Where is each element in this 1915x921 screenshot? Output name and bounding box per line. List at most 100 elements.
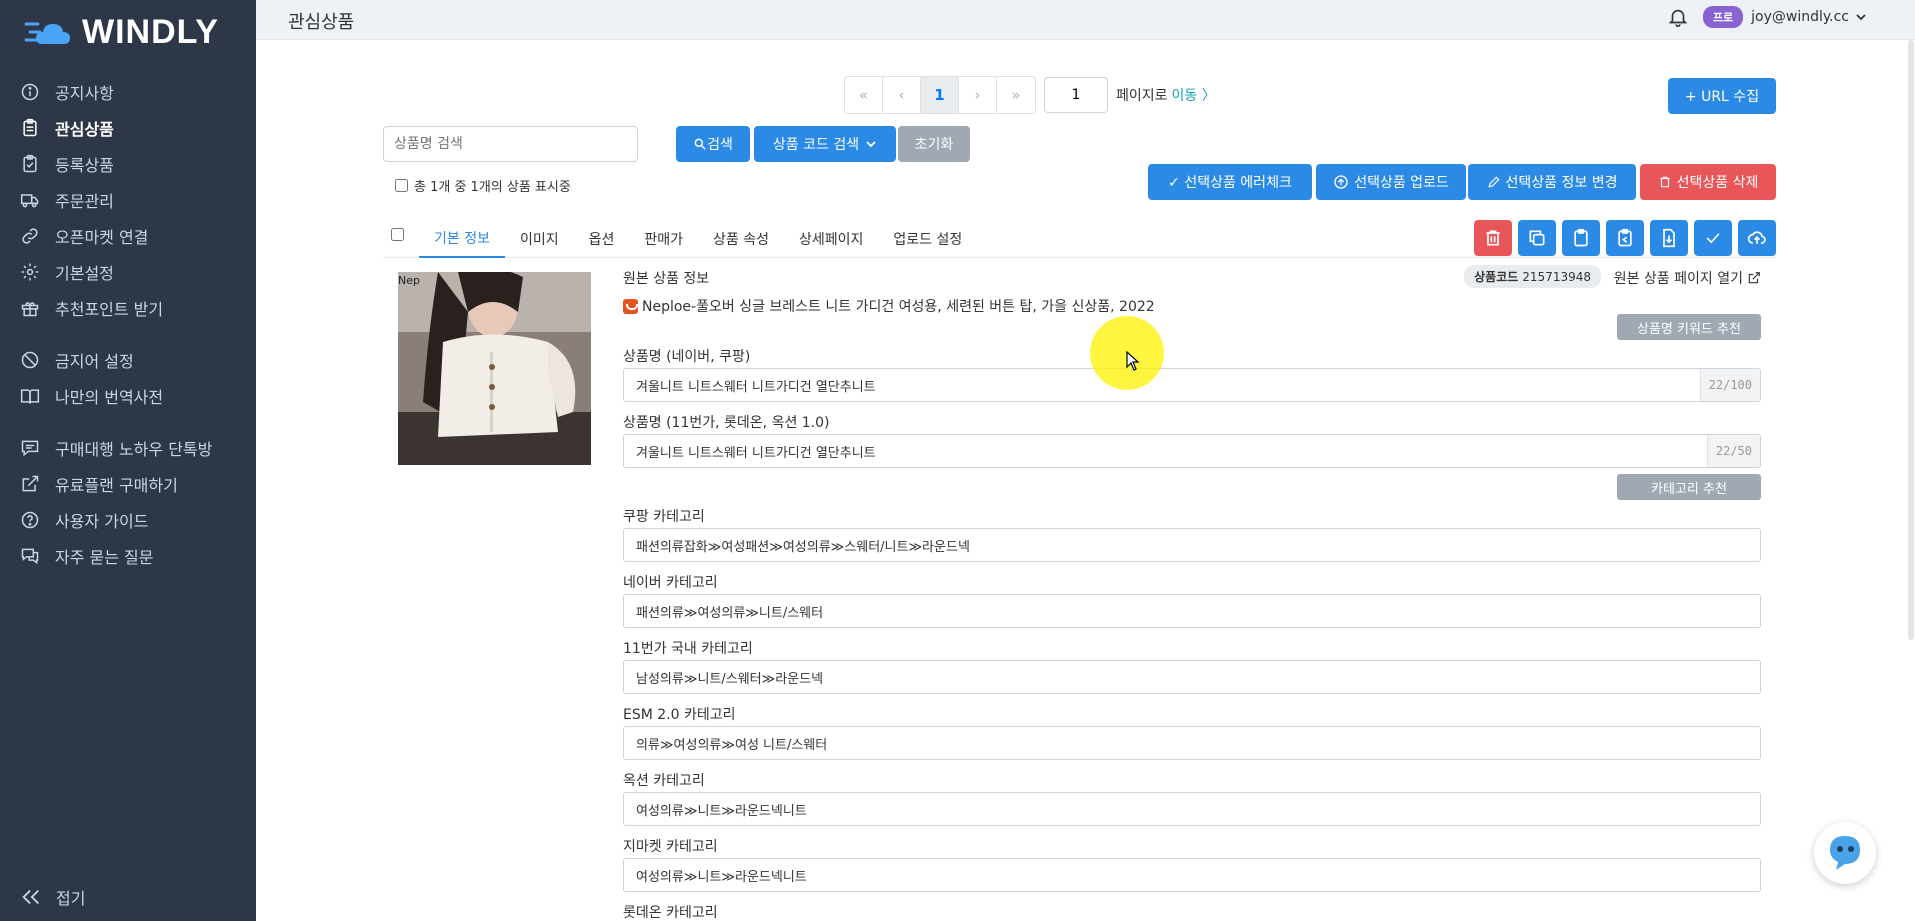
prev-page-button[interactable]: ‹ [883,77,921,113]
sidebar-item-notice[interactable]: 공지사항 [0,74,256,110]
11st-category-value: 남성의류≫니트/스웨터≫라운드넥 [636,671,824,687]
sidebar-item-label: 공지사항 [55,84,114,103]
sidebar-item-label: 주문관리 [55,192,114,211]
reset-button[interactable]: 초기화 [898,126,970,162]
auction-category-value: 여성의류≫니트≫라운드넥니트 [636,803,807,819]
info-icon [21,83,39,101]
truck-icon [20,194,39,208]
sidebar-nav: 공지사항 관심상품 등록상품 주문관리 오픈마켓 연결 기본설정 추천포인트 받… [0,74,256,574]
search-input[interactable] [383,126,638,162]
esm-category-value: 의류≫여성의류≫여성 니트/스웨터 [636,737,828,753]
tab-detail-page[interactable]: 상세페이지 [784,220,878,258]
sidebar-item-market-link[interactable]: 오픈마켓 연결 [0,218,256,254]
sidebar-item-guide[interactable]: 사용자 가이드 [0,502,256,538]
page-scrollbar[interactable] [1908,40,1914,640]
product-code-label: 상품코드 [1474,270,1519,284]
clipboard-icon [1574,228,1588,247]
char-counter: 22/100 [1699,369,1760,401]
name-11st-input[interactable]: 겨울니트 니트스웨터 니트가디건 열단추니트 22/50 [623,434,1761,468]
last-page-button[interactable]: » [997,77,1035,113]
sidebar-item-chatroom[interactable]: 구매대행 노하우 단톡방 [0,430,256,466]
sidebar-item-referral[interactable]: 추천포인트 받기 [0,290,256,326]
paste-button[interactable] [1606,220,1644,256]
upload-selected-button[interactable]: 선택상품 업로드 [1316,164,1466,200]
sidebar-item-label: 등록상품 [55,156,114,175]
product-checkbox[interactable] [391,228,404,241]
page-1-button[interactable]: 1 [921,77,959,113]
field-label-auction-category: 옥션 카테고리 [623,773,705,789]
error-check-button[interactable]: ✓ 선택상품 에러체크 [1148,164,1312,200]
gmarket-category-input[interactable]: 여성의류≫니트≫라운드넥니트 [623,858,1761,892]
bell-icon[interactable] [1667,6,1689,28]
11st-category-input[interactable]: 남성의류≫니트/스웨터≫라운드넥 [623,660,1761,694]
sidebar-item-faq[interactable]: 자주 묻는 질문 [0,538,256,574]
total-line: 총 1개 중 1개의 상품 표시중 [395,176,571,195]
edit-selected-label: 선택상품 정보 변경 [1505,175,1618,191]
tab-price[interactable]: 판매가 [629,220,698,258]
category-recommend-button[interactable]: 카테고리 추천 [1617,474,1761,500]
plan-badge: 프로 [1702,6,1744,28]
go-to-page-link[interactable]: 이동 〉 [1172,85,1216,105]
field-label-gmarket-category: 지마켓 카테고리 [623,839,718,855]
sidebar-item-interest[interactable]: 관심상품 [0,110,256,146]
confirm-button[interactable] [1694,220,1732,256]
chevron-down-icon[interactable] [1855,11,1867,23]
url-collect-button[interactable]: + URL 수집 [1668,78,1776,114]
coupang-category-value: 패션의류잡화≫여성패션≫여성의류≫스웨터/니트≫라운드넥 [636,539,970,555]
tab-basic-info[interactable]: 기본 정보 [419,220,505,258]
naver-category-input[interactable]: 패션의류≫여성의류≫니트/스웨터 [623,594,1761,628]
char-counter: 22/50 [1706,435,1760,467]
tab-options[interactable]: 옵션 [574,220,630,258]
sidebar-item-orders[interactable]: 주문관리 [0,182,256,218]
support-chat-button[interactable] [1814,822,1876,884]
product-icon-buttons [1468,220,1776,256]
question-icon [21,511,39,529]
download-file-button[interactable] [1650,220,1688,256]
first-page-button[interactable]: « [845,77,883,113]
copy-icon [1529,230,1545,246]
next-page-button[interactable]: › [959,77,997,113]
logo[interactable]: WINDLY [24,12,219,52]
name-naver-input[interactable]: 겨울니트 니트스웨터 니트가디건 열단추니트 22/100 [623,368,1761,402]
sidebar-item-label: 나만의 번역사전 [55,388,164,407]
trash-icon [1659,176,1670,188]
tab-attributes[interactable]: 상품 속성 [698,220,784,258]
collapse-label: 접기 [56,889,86,908]
tab-images[interactable]: 이미지 [505,220,574,258]
edit-selected-button[interactable]: 선택상품 정보 변경 [1468,164,1636,200]
mouse-cursor-icon [1126,351,1140,371]
book-icon [20,389,40,404]
external-link-icon [1748,272,1760,284]
user-email[interactable]: joy@windly.cc [1751,9,1849,25]
select-all-checkbox[interactable] [395,179,408,192]
sidebar-item-label: 구매대행 노하우 단톡방 [55,440,213,459]
user-area: 프로 joy@windly.cc [1667,6,1867,28]
duplicate-product-button[interactable] [1518,220,1556,256]
esm-category-input[interactable]: 의류≫여성의류≫여성 니트/스웨터 [623,726,1761,760]
collapse-button[interactable]: 접기 [20,885,85,909]
keyword-recommend-button[interactable]: 상품명 키워드 추천 [1617,314,1761,340]
sidebar-item-registered[interactable]: 등록상품 [0,146,256,182]
sidebar-item-settings[interactable]: 기본설정 [0,254,256,290]
field-label-coupang-category: 쿠팡 카테고리 [623,509,705,525]
delete-product-button[interactable] [1474,220,1512,256]
open-original-page-link[interactable]: 원본 상품 페이지 열기 [1614,268,1761,288]
page-number-input[interactable] [1044,77,1108,113]
coupang-category-input[interactable]: 패션의류잡화≫여성패션≫여성의류≫스웨터/니트≫라운드넥 [623,528,1761,562]
upload-product-button[interactable] [1738,220,1776,256]
auction-category-input[interactable]: 여성의류≫니트≫라운드넥니트 [623,792,1761,826]
product-tabs-row: 기본 정보 이미지 옵션 판매가 상품 속성 상세페이지 업로드 설정 [383,220,1776,258]
sidebar-item-label: 관심상품 [55,120,114,139]
tab-upload-settings[interactable]: 업로드 설정 [878,220,977,258]
delete-selected-button[interactable]: 선택상품 삭제 [1640,164,1776,200]
product-thumbnail[interactable]: Nep [398,272,591,465]
clipboard-button[interactable] [1562,220,1600,256]
search-button[interactable]: 검색 [676,126,750,162]
sidebar-item-paid-plan[interactable]: 유료플랜 구매하기 [0,466,256,502]
product-code-badge: 상품코드 215713948 [1464,265,1601,288]
sidebar-item-banned-words[interactable]: 금지어 설정 [0,342,256,378]
code-search-dropdown[interactable]: 상품 코드 검색 [754,126,896,162]
sidebar-item-label: 기본설정 [55,264,114,283]
chat-icon [21,440,39,457]
sidebar-item-dictionary[interactable]: 나만의 번역사전 [0,378,256,414]
